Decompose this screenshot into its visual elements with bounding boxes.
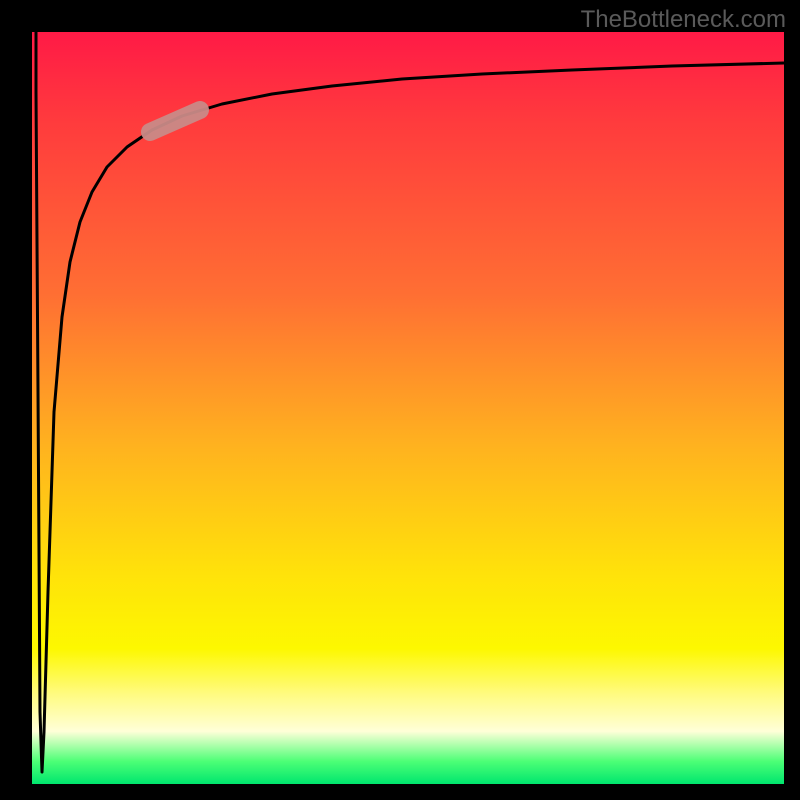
plot-area (32, 32, 784, 784)
watermark-text: TheBottleneck.com (581, 6, 786, 34)
bottleneck-curve (32, 32, 784, 784)
highlight-marker (150, 110, 200, 132)
curve-path (36, 32, 784, 772)
chart-frame: TheBottleneck.com (0, 0, 800, 800)
